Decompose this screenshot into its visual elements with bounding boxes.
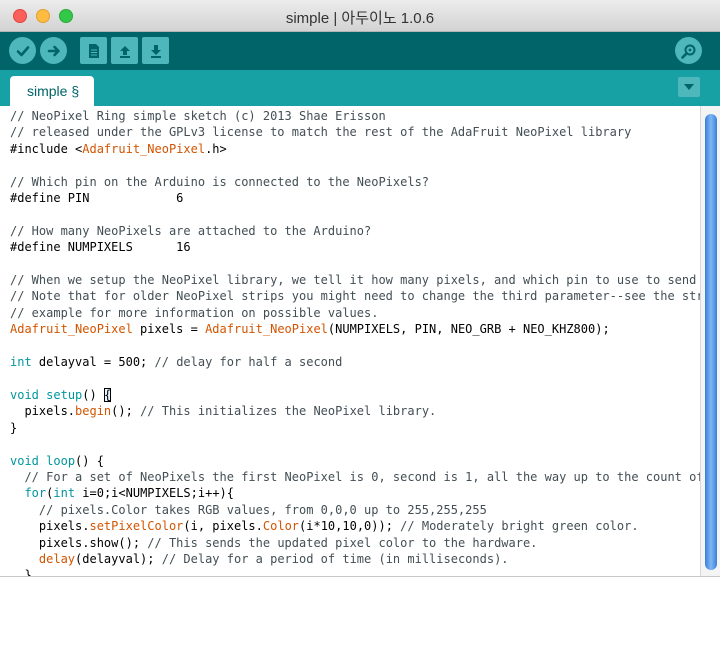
code-token: // This initializes the NeoPixel library… [140, 404, 437, 419]
code-token: // Delay for a period of time (in millis… [161, 551, 509, 566]
code-token: // For a set of NeoPixels the first NeoP… [10, 469, 700, 484]
code-editor[interactable]: // NeoPixel Ring simple sketch (c) 2013 … [0, 106, 700, 576]
code-line[interactable]: #define NUMPIXELS 16 [10, 240, 191, 254]
code-token: void [10, 453, 39, 468]
code-line[interactable]: // released under the GPLv3 license to m… [10, 125, 631, 139]
code-line[interactable]: // When we setup the NeoPixel library, w… [10, 273, 700, 287]
code-token: } [10, 568, 32, 576]
editor-vertical-scrollbar[interactable] [700, 106, 720, 576]
tab-bar: simple § [0, 70, 720, 106]
code-token: // pixels.Color takes RGB values, from 0… [10, 502, 487, 517]
code-line[interactable]: #include <Adafruit_NeoPixel.h> [10, 142, 227, 156]
code-text[interactable]: // NeoPixel Ring simple sketch (c) 2013 … [0, 106, 700, 576]
code-token: i=0;i<NUMPIXELS;i++){ [75, 486, 235, 501]
code-token: // Moderately bright green color. [400, 519, 639, 534]
code-line[interactable]: int delayval = 500; // delay for half a … [10, 355, 342, 369]
verify-button[interactable] [9, 37, 36, 64]
code-line[interactable]: void loop() { [10, 454, 104, 468]
new-sketch-button[interactable] [80, 37, 107, 64]
code-token: delayval = 500; [31, 355, 155, 370]
code-token: begin [75, 404, 112, 419]
code-token: .h> [205, 141, 227, 156]
code-line[interactable]: pixels.setPixelColor(i, pixels.Color(i*1… [10, 519, 639, 533]
code-token: // Which pin on the Arduino is connected… [10, 174, 430, 189]
window-title: simple | 아두이노 1.0.6 [285, 10, 435, 27]
code-line[interactable]: // NeoPixel Ring simple sketch (c) 2013 … [10, 109, 386, 123]
code-token: delay [38, 551, 76, 566]
code-token: // Note that for older NeoPixel strips y… [10, 289, 700, 304]
code-token: // When we setup the NeoPixel library, w… [10, 273, 700, 288]
tab-simple[interactable]: simple § [10, 76, 94, 106]
chevron-down-icon [684, 84, 694, 90]
code-token: Adafruit_NeoPixel [205, 322, 328, 337]
code-line[interactable]: pixels.begin(); // This initializes the … [10, 404, 436, 418]
code-token: { [103, 387, 112, 402]
code-line[interactable]: // For a set of NeoPixels the first NeoP… [10, 470, 700, 484]
code-token: } [10, 420, 18, 435]
magnifier-icon [680, 44, 695, 59]
code-token: pixels = [132, 322, 206, 337]
code-token: // delay for half a second [154, 355, 343, 370]
code-token: void [10, 387, 39, 402]
code-token: int [53, 486, 76, 501]
code-token: () { [75, 453, 104, 468]
code-line[interactable]: #define PIN 6 [10, 191, 183, 205]
code-token: // example for more information on possi… [10, 305, 379, 320]
code-token: (delayval); [75, 551, 162, 566]
code-token: () [82, 387, 104, 402]
code-token: (i*10,10,0)); [299, 519, 401, 534]
arrow-up-icon [119, 45, 130, 58]
code-token: Color [262, 519, 300, 534]
code-token: #define PIN 6 [10, 191, 184, 206]
open-sketch-button[interactable] [111, 37, 138, 64]
code-token: pixels. [10, 519, 90, 534]
code-token: (); [111, 404, 141, 419]
code-line[interactable]: // Which pin on the Arduino is connected… [10, 175, 429, 189]
scrollbar-thumb[interactable] [705, 114, 717, 570]
window-titlebar: simple | 아두이노 1.0.6 [0, 0, 720, 32]
arrow-down-icon [150, 44, 161, 58]
code-token: Adafruit_NeoPixel [10, 322, 133, 337]
code-token: Adafruit_NeoPixel [82, 141, 206, 156]
arrow-right-icon [47, 45, 60, 56]
code-token: setup [46, 387, 83, 402]
save-sketch-button[interactable] [142, 37, 169, 64]
code-token: pixels. [10, 404, 76, 419]
document-icon [88, 43, 99, 58]
code-token: loop [46, 453, 76, 468]
code-line[interactable]: // example for more information on possi… [10, 306, 378, 320]
toolbar [0, 32, 720, 70]
code-line[interactable]: // Note that for older NeoPixel strips y… [10, 289, 700, 303]
code-line[interactable]: // pixels.Color takes RGB values, from 0… [10, 503, 487, 517]
code-token: #include < [10, 141, 83, 156]
check-icon [16, 45, 29, 56]
code-token: // NeoPixel Ring simple sketch (c) 2013 … [10, 109, 386, 123]
code-line[interactable]: delay(delayval); // Delay for a period o… [10, 552, 509, 566]
upload-button[interactable] [40, 37, 67, 64]
code-line[interactable]: } [10, 568, 32, 576]
code-line[interactable]: void setup() { [10, 387, 112, 402]
code-token: for [24, 486, 47, 501]
code-token: // This sends the updated pixel color to… [147, 535, 538, 550]
code-token: // How many NeoPixels are attached to th… [10, 223, 372, 238]
code-line[interactable]: Adafruit_NeoPixel pixels = Adafruit_NeoP… [10, 322, 610, 336]
serial-monitor-button[interactable] [675, 37, 702, 64]
code-token: setPixelColor [89, 519, 184, 534]
code-line[interactable]: } [10, 421, 17, 435]
code-line[interactable]: // How many NeoPixels are attached to th… [10, 224, 371, 238]
code-line[interactable]: pixels.show(); // This sends the updated… [10, 535, 538, 550]
code-line[interactable]: for(int i=0;i<NUMPIXELS;i++){ [10, 486, 234, 500]
code-token: pixels.show(); [10, 535, 148, 550]
code-token: // released under the GPLv3 license to m… [10, 125, 632, 140]
tab-menu-button[interactable] [678, 77, 700, 97]
code-token: (NUMPIXELS, PIN, NEO_GRB + NEO_KHZ800); [327, 322, 610, 337]
message-console [0, 576, 720, 666]
code-token: int [10, 355, 32, 370]
code-token: (i, pixels. [183, 519, 263, 534]
code-token: #define NUMPIXELS 16 [10, 240, 191, 255]
